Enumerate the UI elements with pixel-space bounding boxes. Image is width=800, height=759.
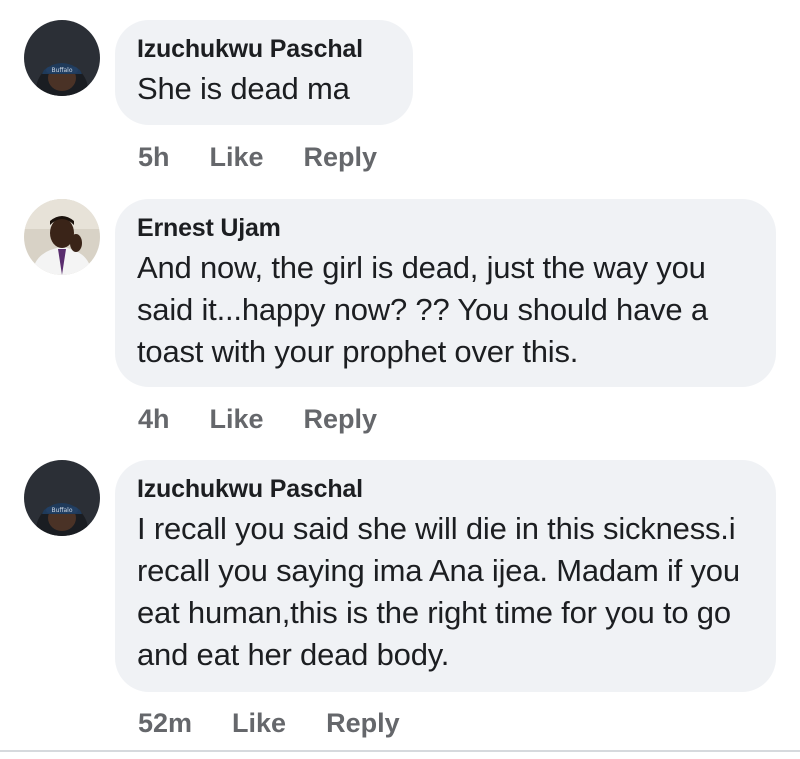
avatar[interactable]: Buffalo [24, 20, 100, 96]
avatar[interactable]: Buffalo [24, 460, 100, 536]
comment-text: She is dead ma [137, 71, 350, 106]
comment-bubble: Ernest Ujam And now, the girl is dead, j… [115, 199, 776, 387]
like-button[interactable]: Like [210, 141, 264, 173]
reply-button[interactable]: Reply [326, 707, 400, 739]
comment-text: And now, the girl is dead, just the way … [137, 250, 708, 369]
comment-bubble: Izuchukwu Paschal I recall you said she … [115, 460, 776, 692]
comment-text: I recall you said she will die in this s… [137, 511, 740, 672]
comment-author[interactable]: Izuchukwu Paschal [137, 34, 389, 64]
avatar[interactable] [24, 199, 100, 275]
comment-timestamp[interactable]: 52m [138, 707, 192, 739]
profile-photo-icon: Buffalo [24, 460, 100, 536]
like-button[interactable]: Like [232, 707, 286, 739]
comment-actions: 4h Like Reply [138, 403, 377, 435]
comment-actions: 5h Like Reply [138, 141, 377, 173]
comment-bubble: Izuchukwu Paschal She is dead ma [115, 20, 413, 125]
divider [0, 750, 800, 752]
comment-timestamp[interactable]: 5h [138, 141, 170, 173]
comment-author[interactable]: Izuchukwu Paschal [137, 474, 752, 504]
svg-text:Buffalo: Buffalo [51, 67, 72, 74]
like-button[interactable]: Like [210, 403, 264, 435]
comment-actions: 52m Like Reply [138, 707, 400, 739]
reply-button[interactable]: Reply [304, 141, 378, 173]
reply-button[interactable]: Reply [304, 403, 378, 435]
comment-timestamp[interactable]: 4h [138, 403, 170, 435]
profile-photo-icon [24, 199, 100, 275]
comment-author[interactable]: Ernest Ujam [137, 213, 752, 243]
profile-photo-icon: Buffalo [24, 20, 100, 96]
svg-text:Buffalo: Buffalo [51, 507, 72, 514]
